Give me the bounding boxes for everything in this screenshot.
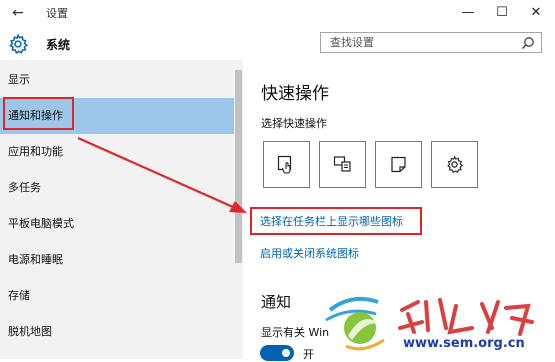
quick-action-project[interactable]: [319, 141, 366, 188]
back-button[interactable]: ←: [8, 3, 28, 23]
gear-icon: [9, 33, 28, 54]
notify-show-label: 显示有关 Win: [261, 326, 330, 339]
search-input[interactable]: [330, 35, 510, 50]
window-title: 设置: [46, 7, 68, 20]
sidebar-item-apps-features[interactable]: 应用和功能: [0, 134, 234, 170]
search-box[interactable]: [320, 32, 542, 53]
link-system-icons[interactable]: 启用或关闭系统图标: [260, 245, 359, 261]
highlight-frame-link: [250, 207, 422, 235]
sidebar-item-multitasking[interactable]: 多任务: [0, 170, 234, 206]
sidebar-item-tablet-mode[interactable]: 平板电脑模式: [0, 206, 234, 242]
sidebar-item-offline-maps[interactable]: 脱机地图: [0, 314, 234, 350]
settings-gear-icon: [447, 155, 464, 174]
toggle-state-label: 开: [303, 348, 314, 361]
watermark-site: www.sem.org.cn: [403, 336, 525, 351]
section-title-quick-actions: 快速操作: [261, 84, 329, 104]
sidebar-scrollbar[interactable]: [235, 70, 242, 263]
maximize-button[interactable]: ☐: [485, 0, 519, 26]
quick-actions-subtitle: 选择快速操作: [261, 117, 327, 130]
sidebar-item-storage[interactable]: 存储: [0, 278, 234, 314]
sidebar-item-display[interactable]: 显示: [0, 62, 234, 98]
project-icon: [333, 156, 351, 172]
quick-action-tablet-mode[interactable]: [263, 141, 310, 188]
quick-action-note[interactable]: [375, 141, 422, 188]
section-title-notifications: 通知: [261, 293, 292, 311]
highlight-frame-sidebar: [3, 97, 74, 130]
note-icon: [391, 156, 406, 173]
search-icon[interactable]: [521, 36, 535, 50]
close-button[interactable]: ✕: [519, 0, 553, 26]
sidebar-item-power-sleep[interactable]: 电源和睡眠: [0, 242, 234, 278]
minimize-button[interactable]: —: [451, 0, 485, 26]
tablet-mode-icon: [277, 155, 292, 174]
page-title: 系统: [46, 38, 71, 52]
quick-action-settings[interactable]: [431, 141, 478, 188]
toggle-knob: [282, 349, 290, 357]
